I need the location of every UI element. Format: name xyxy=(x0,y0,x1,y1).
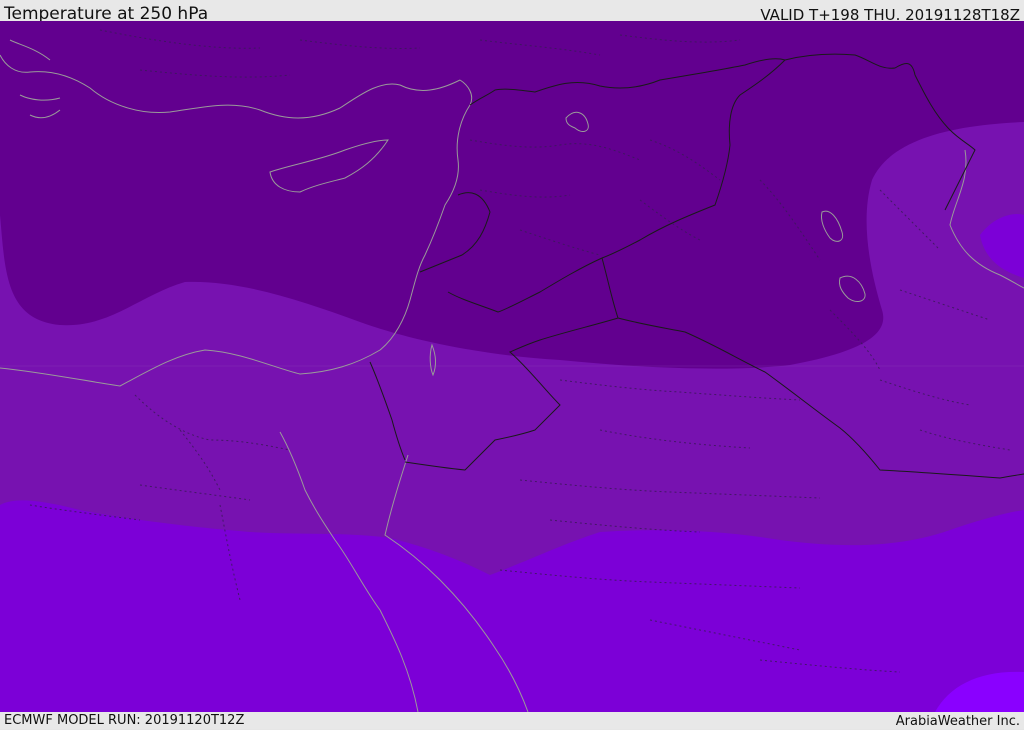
map-area[interactable] xyxy=(0,21,1024,712)
temperature-map xyxy=(0,21,1024,712)
header-bar: Temperature at 250 hPa VALID T+198 THU. … xyxy=(0,0,1024,24)
footer-bar: ECMWF MODEL RUN: 20191120T12Z ArabiaWeat… xyxy=(0,712,1024,729)
credit-label: ArabiaWeather Inc. xyxy=(895,714,1020,729)
model-run-label: ECMWF MODEL RUN: 20191120T12Z xyxy=(4,713,245,728)
